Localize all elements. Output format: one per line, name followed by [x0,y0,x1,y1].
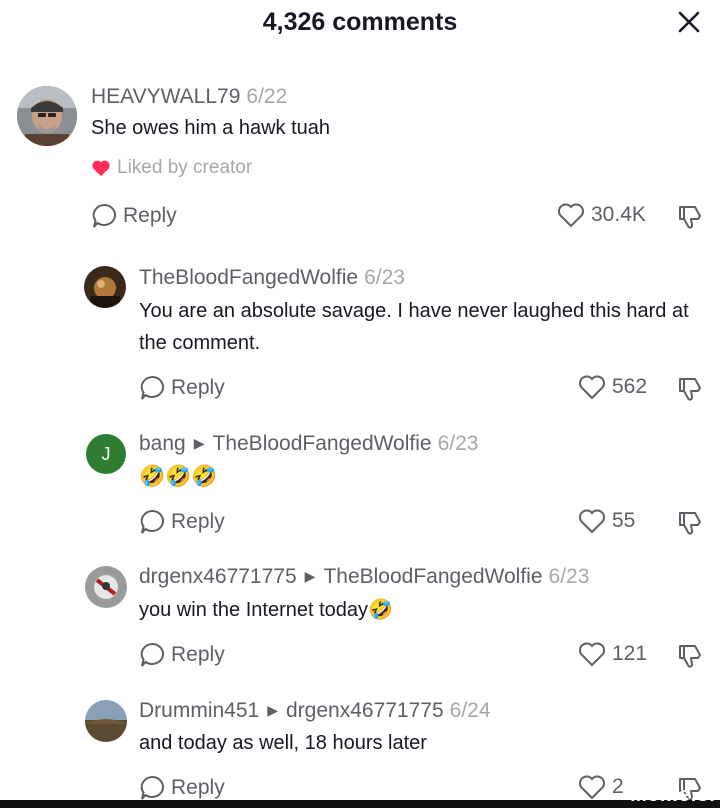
like-count: 562 [612,375,648,398]
username-text[interactable]: HEAVYWALL79 [91,85,240,108]
reply-button[interactable]: Reply [139,641,225,669]
comment-text: you win the Internet today🤣 [139,599,393,621]
reply-bubble-icon [140,375,165,400]
dislike-icon [679,645,701,668]
avatar[interactable] [17,86,77,146]
avatar[interactable]: J [86,434,126,474]
user-photo-icon [84,266,126,308]
bottom-bar [0,800,720,808]
comment-date: 6/23 [548,565,590,588]
avatar[interactable] [85,700,127,742]
heart-outline-icon [579,642,605,667]
comment-text: You are an absolute savage. I have never… [139,300,689,354]
reply-label[interactable]: Reply [171,643,225,667]
user-photo-icon [85,566,127,608]
like-count: 30.4K [591,203,646,226]
dislike-icon [679,378,701,401]
like-count: 55 [612,509,636,532]
comment-date: 6/22 [246,85,288,108]
like-count: 2 [612,775,624,798]
comment-username[interactable]: HEAVYWALL79 6/22 [91,85,287,109]
comment-text: 🤣🤣🤣 [139,465,218,488]
username-text[interactable]: drgenx46771775 [139,565,297,588]
like-button[interactable]: 121 [578,641,647,667]
like-count: 121 [612,642,648,665]
reply-to-username[interactable]: TheBloodFangedWolfie [213,432,432,455]
reply-bubble-icon [140,642,165,667]
reply-button[interactable]: Reply [139,374,225,402]
username-text[interactable]: Drummin451 [139,699,259,722]
dislike-button[interactable] [676,508,704,541]
heart-outline-icon [579,509,605,534]
comment-date: 6/23 [364,266,405,289]
heart-outline-icon [579,775,605,800]
reply-button[interactable]: Reply [139,774,225,802]
comment-text: and today as well, 18 hours later [139,732,427,754]
username-text[interactable]: bang [139,432,186,455]
user-photo-icon [17,86,77,146]
dislike-button[interactable] [676,374,704,407]
reply-arrow-icon: ▶ [193,435,205,451]
reply-bubble-icon [140,775,165,800]
reply-label[interactable]: Reply [123,204,177,228]
dislike-button[interactable] [676,202,704,235]
liked-by-label: Liked by creator [117,157,253,178]
avatar[interactable] [84,266,126,308]
reply-arrow-icon: ▶ [267,702,278,718]
reply-label[interactable]: Reply [171,510,225,534]
reply-label[interactable]: Reply [171,776,225,800]
username-text[interactable]: TheBloodFangedWolfie [139,266,358,289]
watermark: Meme.s. [630,784,716,806]
reply-to-username[interactable]: TheBloodFangedWolfie [323,565,542,588]
like-button[interactable]: 55 [578,508,635,534]
comment-username[interactable]: bang ▶ TheBloodFangedWolfie 6/23 [139,432,478,456]
reply-button[interactable]: Reply [91,202,177,230]
reply-bubble-icon [140,509,165,534]
close-icon [678,11,700,33]
comment-date: 6/24 [449,699,491,722]
heart-outline-icon [579,375,605,400]
avatar[interactable] [85,566,127,608]
reply-button[interactable]: Reply [139,508,225,536]
reply-to-username[interactable]: drgenx46771775 [286,699,444,722]
dislike-button[interactable] [676,641,704,674]
user-photo-icon [85,700,127,742]
comment-text: She owes him a hawk tuah [91,117,331,139]
dislike-icon [679,512,701,535]
like-button[interactable]: 562 [578,374,647,400]
dislike-icon [679,206,701,229]
reply-arrow-icon: ▶ [304,568,316,584]
heart-filled-icon [92,160,110,177]
like-button[interactable]: 2 [578,774,624,800]
reply-bubble-icon [92,203,117,228]
comment-username[interactable]: TheBloodFangedWolfie 6/23 [139,266,405,290]
comment-username[interactable]: drgenx46771775 ▶ TheBloodFangedWolfie 6/23 [139,565,589,589]
comments-count-title: 4,326 comments [262,8,458,36]
avatar-initial: J [101,443,111,464]
heart-outline-icon [558,203,584,228]
comment-username[interactable]: Drummin451 ▶ drgenx46771775 6/24 [139,699,491,723]
like-button[interactable]: 30.4K [557,202,646,228]
comment-date: 6/23 [437,432,479,455]
close-button[interactable] [673,6,705,38]
reply-label[interactable]: Reply [171,376,225,400]
liked-by-creator: Liked by creator [91,157,252,179]
